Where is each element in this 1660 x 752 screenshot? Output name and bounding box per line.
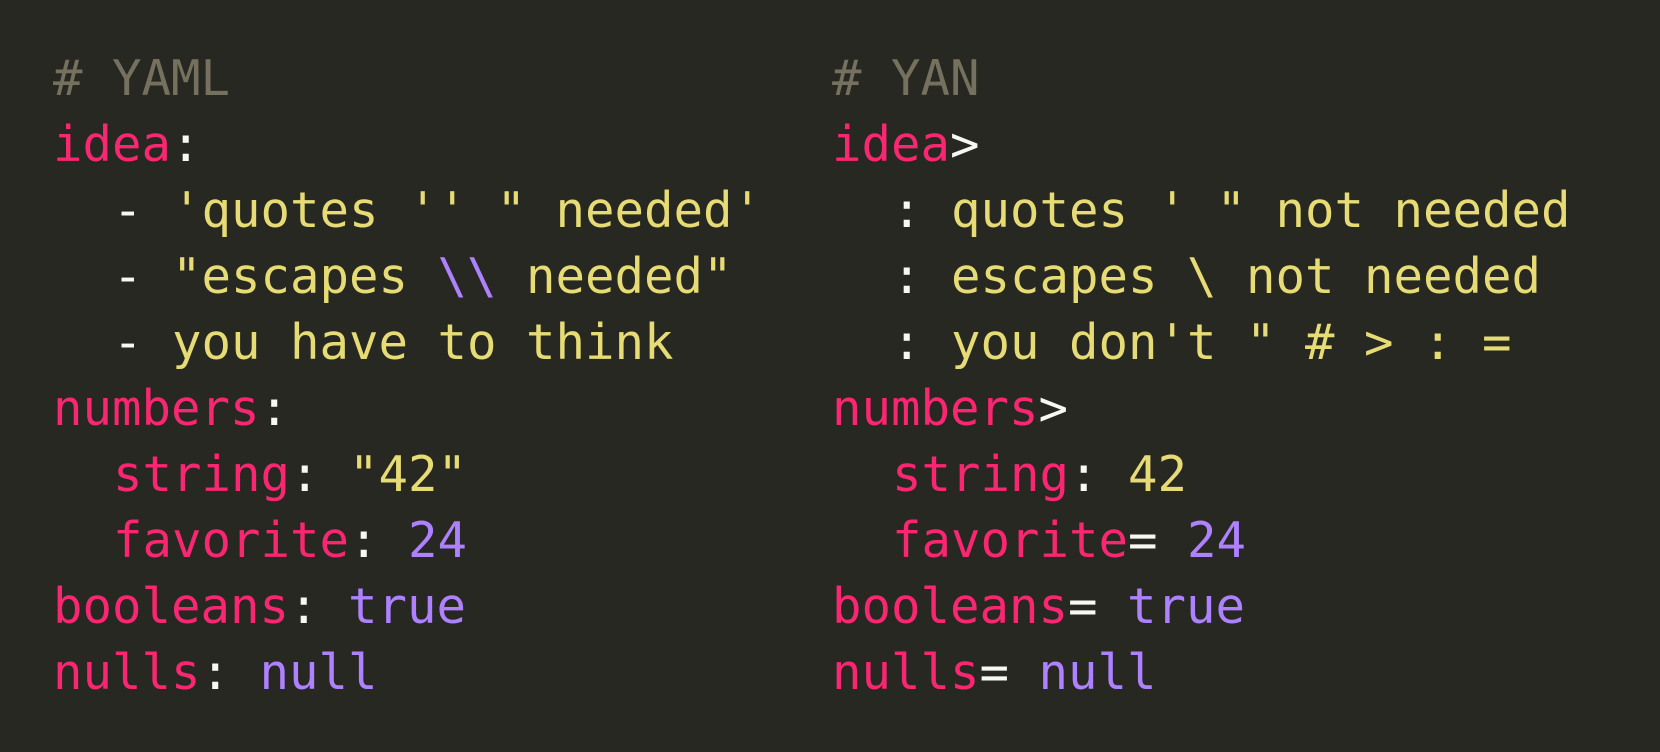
yan-favorite-key: favorite [892, 512, 1129, 569]
yan-list-item-dont: : you don't " # > : = [832, 310, 1571, 376]
yaml-numbers-key: numbers [53, 380, 260, 437]
yaml-escapes-close: needed" [496, 248, 733, 305]
yan-list-item-quotes: : quotes ' " not needed [832, 178, 1571, 244]
yaml-escape-sequence: \\ [437, 248, 497, 305]
yan-colon: : [892, 248, 952, 305]
yan-list-item-escapes: : escapes \ not needed [832, 244, 1571, 310]
yan-nulls-line: nulls= null [832, 640, 1571, 706]
yaml-nulls-value: null [259, 644, 378, 701]
yaml-favorite-line: favorite: 24 [53, 508, 762, 574]
yaml-favorite-colon: : [349, 512, 409, 569]
yaml-string-colon: : [290, 446, 350, 503]
yan-heading-line: # YAN [832, 46, 1571, 112]
yan-favorite-line: favorite= 24 [832, 508, 1571, 574]
yan-string-colon: : [1069, 446, 1129, 503]
yaml-list-item-escapes: - "escapes \\ needed" [53, 244, 762, 310]
yaml-dash: - [113, 248, 173, 305]
yan-booleans-key: booleans [832, 578, 1069, 635]
yaml-idea-colon: : [171, 116, 201, 173]
yan-favorite-value: 24 [1187, 512, 1247, 569]
yaml-nulls-key: nulls [53, 644, 201, 701]
yaml-dash: - [113, 314, 173, 371]
yan-colon: : [892, 314, 952, 371]
yan-numbers-arrow: > [1038, 380, 1069, 437]
yaml-nulls-line: nulls: null [53, 640, 762, 706]
yaml-dash: - [113, 182, 173, 239]
yaml-string-line: string: "42" [53, 442, 762, 508]
yan-nulls-key: nulls [832, 644, 980, 701]
yaml-heading-line: # YAML [53, 46, 762, 112]
yan-heading: # YAN [832, 50, 980, 107]
yan-numbers-key: numbers [832, 380, 1039, 437]
yan-numbers-line: numbers> [832, 376, 1571, 442]
yan-booleans-equals: = [1068, 578, 1128, 635]
yan-colon: : [892, 182, 952, 239]
yan-idea-line: idea> [832, 112, 1571, 178]
yaml-list-item-quotes: - 'quotes '' " needed' [53, 178, 762, 244]
yaml-booleans-line: booleans: true [53, 574, 762, 640]
yaml-escapes-open: "escapes [172, 248, 438, 305]
yan-quotes-string: quotes ' " not needed [951, 182, 1571, 239]
yaml-numbers-line: numbers: [53, 376, 762, 442]
yan-idea-arrow: > [950, 116, 980, 173]
yaml-heading: # YAML [53, 50, 231, 107]
yan-nulls-equals: = [979, 644, 1039, 701]
yaml-quotes-string: 'quotes '' " needed' [172, 182, 763, 239]
yaml-list-item-think: - you have to think [53, 310, 762, 376]
yaml-string-key: string [113, 446, 291, 503]
yan-string-value: 42 [1128, 446, 1188, 503]
yan-nulls-value: null [1038, 644, 1157, 701]
yan-idea-key: idea [832, 116, 951, 173]
yan-escapes-string: escapes \ not needed [951, 248, 1542, 305]
yaml-code-block: # YAML idea: - 'quotes '' " needed' - "e… [53, 46, 762, 706]
yaml-idea-line: idea: [53, 112, 762, 178]
yaml-favorite-key: favorite [113, 512, 350, 569]
yan-booleans-value: true [1127, 578, 1246, 635]
yaml-booleans-colon: : [289, 578, 349, 635]
yaml-nulls-colon: : [200, 644, 260, 701]
yan-string-key: string [892, 446, 1070, 503]
yan-favorite-equals: = [1128, 512, 1188, 569]
yan-code-block: # YAN idea> : quotes ' " not needed : es… [832, 46, 1571, 706]
yaml-booleans-key: booleans [53, 578, 290, 635]
yan-booleans-line: booleans= true [832, 574, 1571, 640]
yaml-string-value: "42" [349, 446, 468, 503]
yaml-favorite-value: 24 [408, 512, 468, 569]
yaml-think-string: you have to think [172, 314, 674, 371]
yaml-booleans-value: true [348, 578, 467, 635]
yan-dont-string: you don't " # > : = [951, 314, 1512, 371]
yaml-idea-key: idea [53, 116, 172, 173]
yan-string-line: string: 42 [832, 442, 1571, 508]
yaml-numbers-colon: : [259, 380, 290, 437]
